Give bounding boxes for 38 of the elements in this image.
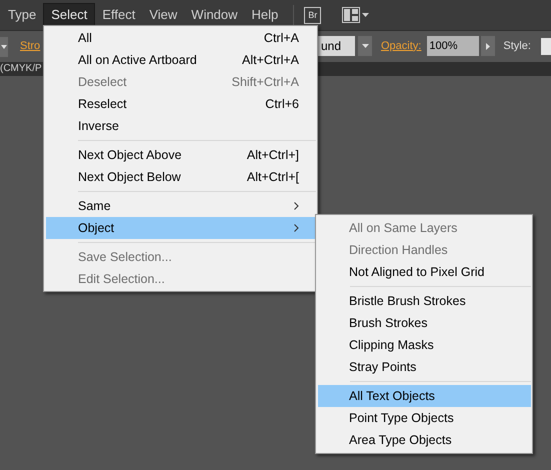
menu-item[interactable]: All Text Objects bbox=[318, 385, 531, 407]
menu-item[interactable]: View bbox=[142, 3, 184, 27]
chevron-right-icon bbox=[294, 224, 299, 232]
menu-item[interactable]: Next Object Below Alt+Ctrl+[ bbox=[46, 166, 316, 188]
menu-item[interactable]: Area Type Objects bbox=[318, 429, 531, 451]
arrow-button[interactable] bbox=[481, 36, 496, 56]
menu-item[interactable]: Help bbox=[244, 3, 286, 27]
menu-item[interactable]: Point Type Objects bbox=[318, 407, 531, 429]
menu-item[interactable]: Same bbox=[46, 195, 316, 217]
menu-item[interactable]: Clipping Masks bbox=[318, 334, 531, 356]
opacity-link[interactable]: Opacity: bbox=[381, 38, 422, 54]
workspace-layout-icon[interactable] bbox=[342, 7, 370, 23]
menu-item[interactable]: Window bbox=[184, 3, 245, 27]
dropdown-arrow-button[interactable] bbox=[358, 36, 372, 56]
menu-item[interactable]: Next Object Above Alt+Ctrl+] bbox=[46, 144, 316, 166]
opacity-field[interactable]: 100% bbox=[427, 36, 480, 56]
caret-down-icon bbox=[1, 44, 7, 48]
style-label: Style: bbox=[503, 38, 531, 54]
menu-item[interactable]: Inverse bbox=[46, 115, 316, 137]
menu-item[interactable]: All on Active Artboard Alt+Ctrl+A bbox=[46, 49, 316, 71]
menu-item[interactable]: Not Aligned to Pixel Grid bbox=[318, 261, 531, 283]
cap-field[interactable]: und bbox=[318, 36, 355, 56]
stroke-link[interactable]: Stro bbox=[20, 38, 40, 55]
chevron-right-icon bbox=[294, 202, 299, 210]
menu-item[interactable]: Object bbox=[46, 217, 316, 239]
caret-right-icon bbox=[486, 42, 490, 50]
menu-item[interactable]: All Ctrl+A bbox=[46, 27, 316, 49]
menu-item[interactable]: Select bbox=[43, 3, 96, 27]
menu-item[interactable]: Reselect Ctrl+6 bbox=[46, 93, 316, 115]
menu-item[interactable]: Stray Points bbox=[318, 356, 531, 378]
menu-item[interactable]: Type bbox=[1, 3, 44, 27]
document-tab[interactable]: (CMYK/P bbox=[0, 62, 42, 76]
menu-item[interactable]: Bristle Brush Strokes bbox=[318, 290, 531, 312]
dropdown-arrow-button[interactable] bbox=[0, 36, 8, 56]
menu-item[interactable]: Effect bbox=[95, 3, 142, 27]
bridge-button[interactable]: Br bbox=[304, 6, 322, 24]
menu-item[interactable]: Brush Strokes bbox=[318, 312, 531, 334]
caret-down-icon bbox=[362, 44, 368, 48]
